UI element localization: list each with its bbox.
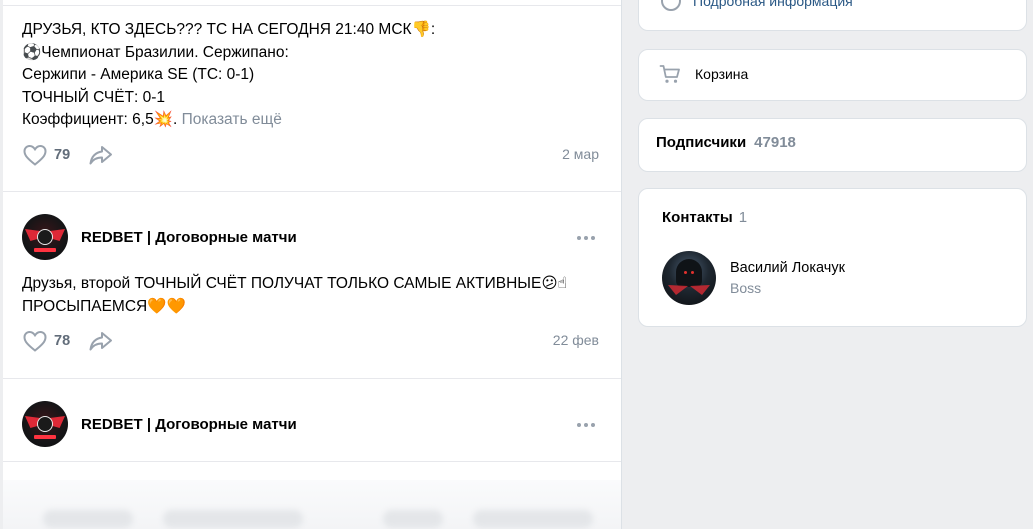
post-divider	[3, 5, 621, 6]
post-author: REDBET | Договорные матчи	[22, 214, 297, 260]
more-options-icon[interactable]	[577, 236, 595, 240]
post-divider	[3, 378, 621, 379]
post-actions: 79	[22, 143, 114, 167]
avatar-wing	[668, 285, 688, 295]
share-icon	[89, 332, 113, 351]
post-text: ДРУЗЬЯ, КТО ЗДЕСЬ??? ТС НА СЕГОДНЯ 21:40…	[22, 19, 592, 132]
contacts-card: Контакты 1 Василий Локачук Boss	[638, 188, 1027, 327]
author-name[interactable]: REDBET | Договорные матчи	[81, 416, 297, 433]
share-icon	[89, 146, 113, 165]
contact-info: Василий Локачук Boss	[730, 260, 845, 296]
avatar-hood	[676, 259, 702, 287]
cart-link[interactable]: Корзина	[659, 63, 748, 85]
page: ДРУЗЬЯ, КТО ЗДЕСЬ??? ТС НА СЕГОДНЯ 21:40…	[0, 0, 1033, 529]
contacts-header[interactable]: Контакты 1	[662, 209, 747, 226]
avatar-wing	[690, 285, 710, 295]
post-date[interactable]: 22 фев	[553, 332, 599, 348]
post-author: REDBET | Договорные матчи	[22, 401, 297, 447]
cart-label: Корзина	[695, 66, 749, 82]
info-icon	[661, 0, 681, 11]
contact-name[interactable]: Василий Локачук	[730, 260, 845, 276]
feed-left-edge	[0, 0, 3, 529]
heart-icon	[23, 330, 47, 352]
post-date[interactable]: 2 мар	[562, 146, 599, 162]
blurred-content	[3, 480, 621, 529]
avatar-tag	[34, 248, 56, 252]
contact-avatar[interactable]	[662, 251, 716, 305]
show-more-link[interactable]: Показать ещё	[182, 111, 282, 128]
contacts-count: 1	[738, 209, 748, 226]
avatar-badge	[37, 416, 53, 432]
contact-item[interactable]: Василий Локачук Boss	[662, 251, 845, 305]
like-count: 79	[54, 147, 71, 163]
share-button[interactable]	[88, 329, 114, 353]
info-link[interactable]: Подробная информация	[661, 0, 853, 11]
cart-icon	[659, 65, 680, 83]
subscribers-header: Подписчики 47918	[656, 134, 796, 151]
author-name[interactable]: REDBET | Договорные матчи	[81, 229, 297, 246]
more-options-icon[interactable]	[577, 423, 595, 427]
post-divider	[3, 461, 621, 462]
info-link-label: Подробная информация	[693, 0, 853, 9]
like-count: 78	[54, 333, 71, 349]
post-text: Друзья, второй ТОЧНЫЙ СЧЁТ ПОЛУЧАТ ТОЛЬК…	[22, 275, 567, 315]
share-button[interactable]	[88, 143, 114, 167]
avatar-eye	[684, 271, 687, 274]
cart-card: Корзина	[638, 49, 1027, 101]
contact-role: Boss	[730, 280, 762, 296]
contacts-title: Контакты	[662, 209, 733, 226]
avatar-eye	[691, 271, 694, 274]
avatar[interactable]	[22, 401, 68, 447]
subscribers-count: 47918	[754, 134, 796, 151]
like-button[interactable]: 79	[22, 143, 70, 167]
subscribers-label: Подписчики	[656, 134, 747, 151]
post-divider	[3, 191, 621, 192]
like-button[interactable]: 78	[22, 329, 70, 353]
post-actions: 78	[22, 329, 114, 353]
info-card: Подробная информация	[638, 0, 1027, 31]
avatar-tag	[34, 435, 56, 439]
heart-icon	[23, 144, 47, 166]
wall-feed: ДРУЗЬЯ, КТО ЗДЕСЬ??? ТС НА СЕГОДНЯ 21:40…	[0, 0, 622, 529]
avatar-badge	[37, 229, 53, 245]
avatar[interactable]	[22, 214, 68, 260]
subscribers-card[interactable]: Подписчики 47918	[638, 118, 1027, 172]
